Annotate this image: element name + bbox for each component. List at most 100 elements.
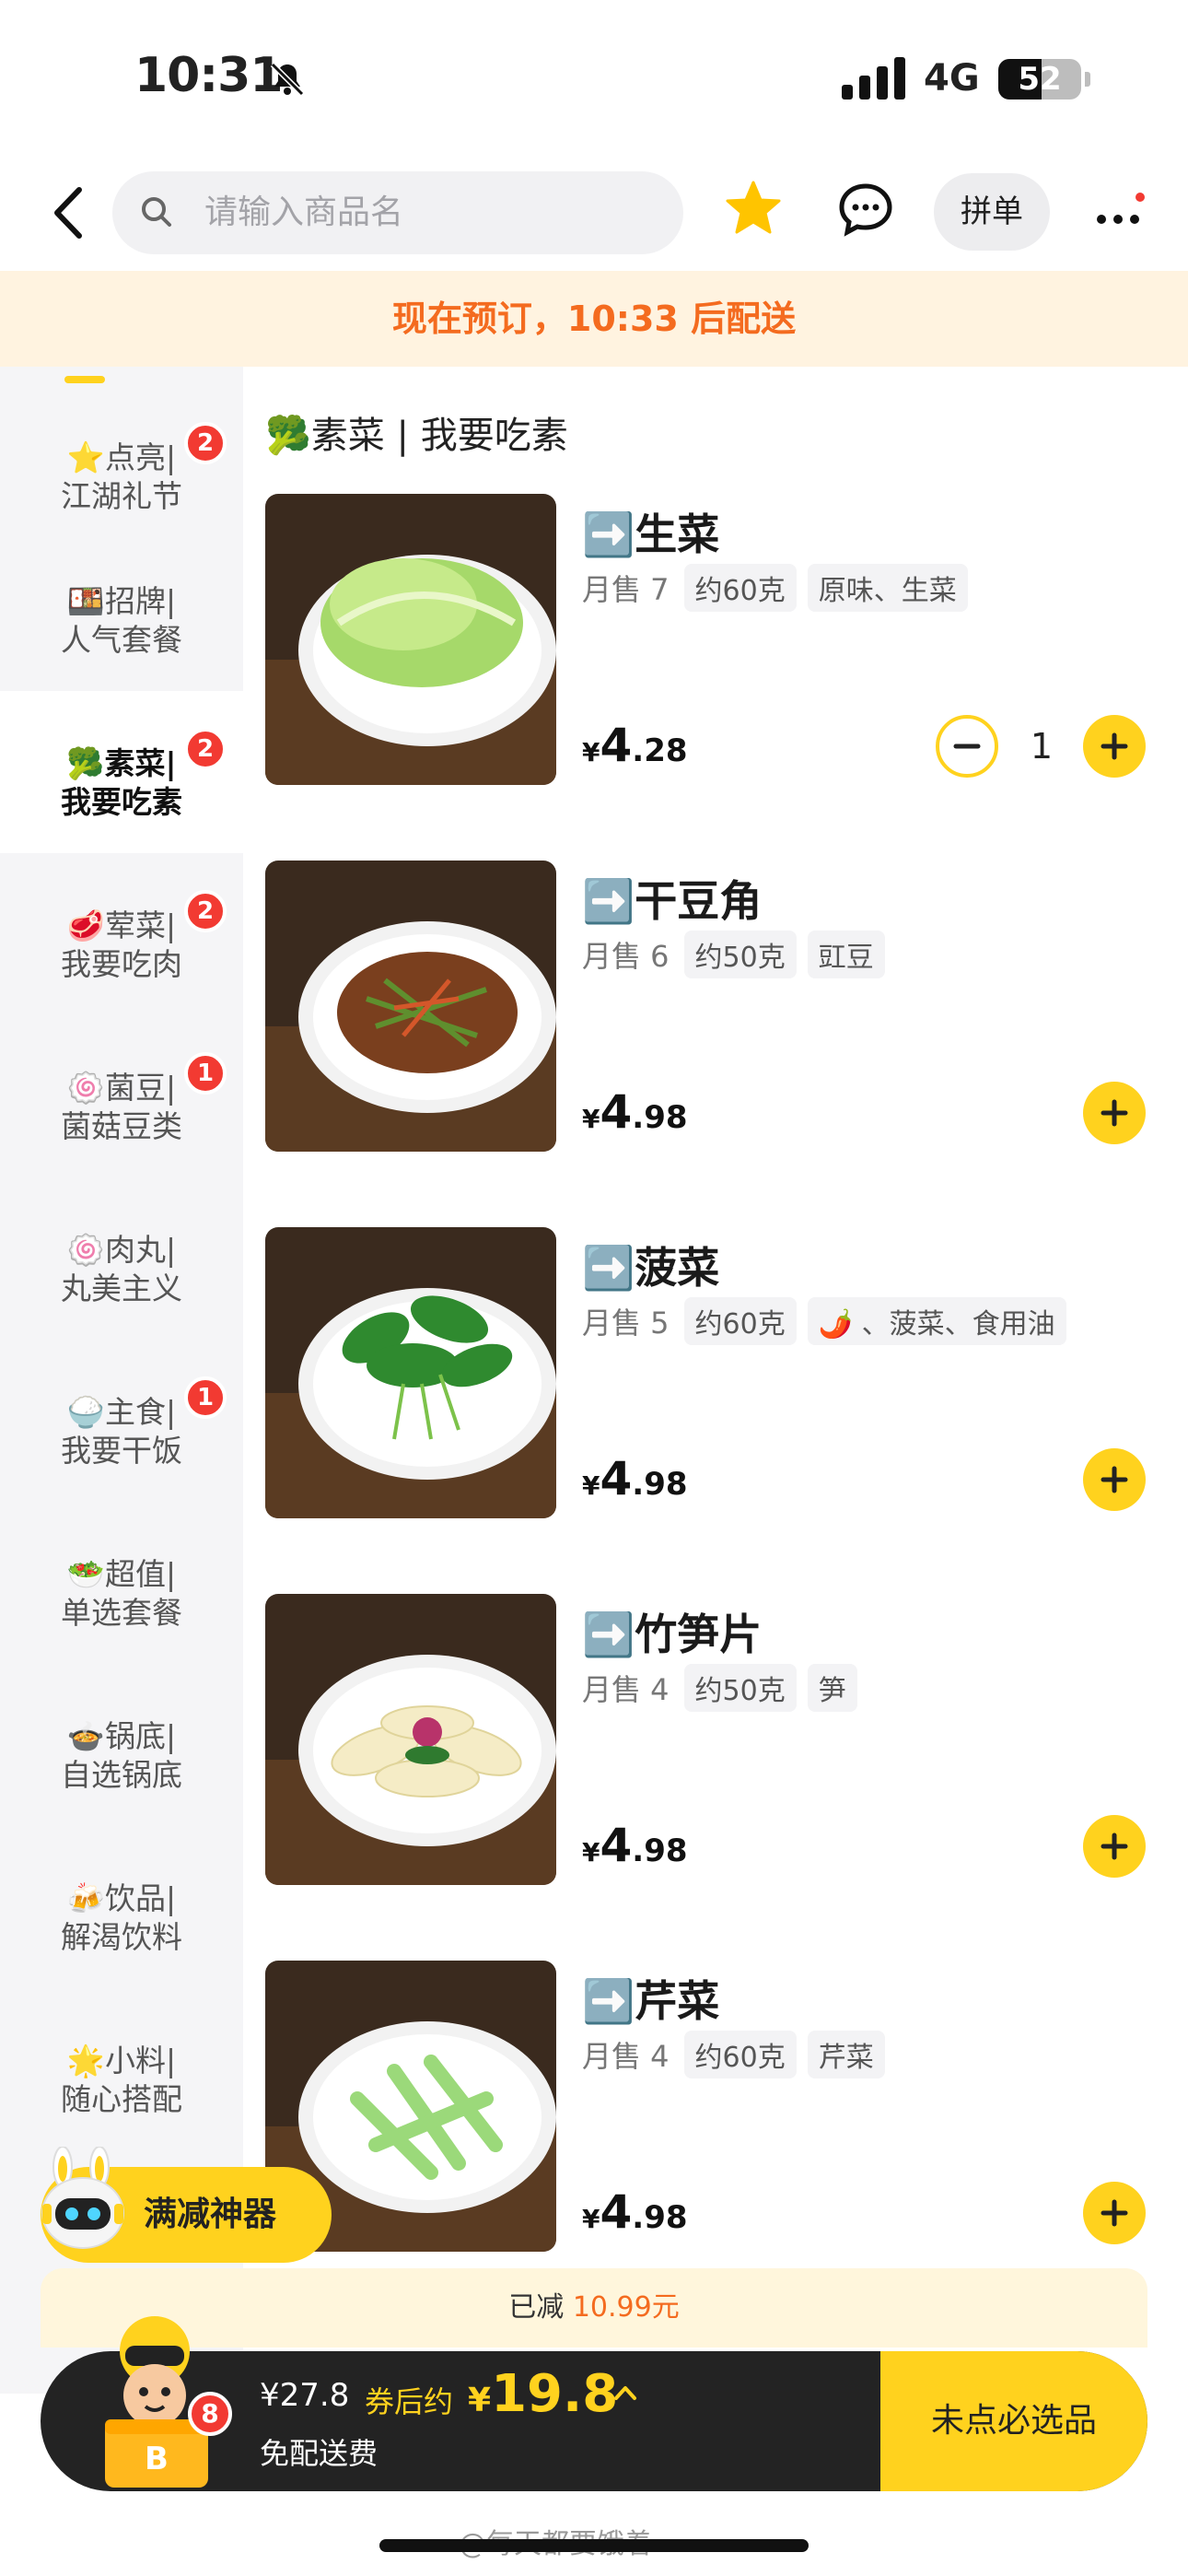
sidebar-item-emoji-icon: 🍱 — [66, 583, 105, 619]
price-decimal: .98 — [632, 2199, 688, 2236]
price-integer: 4 — [600, 1819, 633, 1872]
product-name: ➡️生菜 — [582, 509, 720, 559]
plus-icon — [1101, 1099, 1128, 1127]
network-type: 4G — [924, 57, 980, 100]
price-integer: 4 — [600, 2185, 633, 2239]
add-to-cart-button[interactable] — [1083, 1082, 1146, 1144]
sidebar-item[interactable]: 🌟小料| 随心搭配 — [0, 1988, 243, 2150]
chevron-up-icon[interactable] — [611, 2379, 639, 2406]
sidebar-item-badge: 2 — [184, 728, 227, 770]
sidebar-item[interactable]: 🍥肉丸| 丸美主义 — [0, 1177, 243, 1340]
status-time: 10:31 — [134, 48, 284, 103]
price-decimal: .98 — [632, 1466, 688, 1503]
home-indicator[interactable] — [379, 2539, 809, 2552]
product-price: ¥4.98 — [582, 1085, 688, 1139]
status-bar: 10:31 4G 52 — [0, 0, 1188, 157]
product-photo[interactable] — [265, 1594, 556, 1885]
group-order-button[interactable]: 拼单 — [934, 173, 1050, 251]
sidebar-item[interactable]: 🍚主食| 我要干饭 1 — [0, 1340, 243, 1502]
price-currency: ¥ — [582, 1837, 600, 1868]
sidebar-item-title: 🍥肉丸| — [66, 1232, 177, 1268]
cart-final-price: ¥19.8 — [468, 2364, 618, 2424]
product-card[interactable]: ➡️菠菜 月售 5 约60克 🌶️ 、菠菜、食用油 ¥4.98 — [265, 1227, 1188, 1596]
plus-icon — [1101, 2199, 1128, 2227]
sidebar-item-subtitle: 解渴饮料 — [61, 1919, 182, 1955]
sidebar-item[interactable]: 🍻饮品| 解渴饮料 — [0, 1826, 243, 1988]
sidebar-item[interactable]: 🍲锅底| 自选锅底 — [0, 1664, 243, 1826]
product-meta: 月售 4 约50克笋 — [582, 1664, 868, 1712]
search-input[interactable]: 请输入商品名 — [112, 171, 683, 254]
product-tag: 原味、生菜 — [807, 564, 968, 612]
sidebar-item-emoji-icon: 🥦 — [66, 745, 105, 781]
discount-amount: 10.99元 — [572, 2291, 680, 2324]
cart-count-badge: 8 — [188, 2392, 232, 2436]
sidebar-item-emoji-icon: 🍚 — [66, 1394, 105, 1430]
price-currency: ¥ — [582, 2204, 600, 2234]
sidebar-item-badge: 2 — [184, 890, 227, 932]
sidebar-item-subtitle: 人气套餐 — [61, 622, 182, 658]
product-tag: 笋 — [807, 1664, 857, 1712]
discount-prefix: 已减 — [508, 2291, 565, 2324]
sidebar-item[interactable]: ⭐点亮| 江湖礼节 2 — [0, 385, 243, 547]
product-price: ¥4.98 — [582, 1452, 688, 1505]
sidebar-item[interactable]: 🥦素菜| 我要吃素 2 — [0, 691, 243, 853]
sidebar-item[interactable]: 🍥菌豆| 菌菇豆类 1 — [0, 1015, 243, 1177]
monthly-sales: 月售 6 — [582, 939, 670, 974]
product-photo[interactable] — [265, 1227, 556, 1518]
sidebar-item-subtitle: 菌菇豆类 — [61, 1108, 182, 1144]
signal-icon — [842, 57, 905, 100]
battery-icon: 52 — [998, 59, 1081, 100]
promo-label: 满减神器 — [144, 2195, 277, 2233]
price-integer: 4 — [600, 719, 633, 772]
product-tag: 约60克 — [683, 2031, 797, 2078]
monthly-sales: 月售 4 — [582, 2039, 670, 2074]
sidebar-item-subtitle: 我要吃肉 — [61, 946, 182, 982]
sidebar-item-subtitle: 我要干饭 — [61, 1433, 182, 1469]
search-icon — [142, 197, 171, 227]
sidebar-item-title: 🍱招牌| — [66, 583, 177, 619]
sidebar-item-badge: 2 — [184, 422, 227, 464]
product-tag: 约60克 — [683, 1297, 797, 1345]
product-price: ¥4.98 — [582, 2185, 688, 2239]
message-icon[interactable] — [836, 181, 895, 240]
more-icon[interactable] — [1094, 192, 1146, 238]
product-meta: 月售 4 约60克 芹菜 — [582, 2031, 896, 2078]
sidebar-item-emoji-icon: 🥩 — [66, 907, 105, 943]
sidebar-item[interactable]: 🥩荤菜| 我要吃肉 2 — [0, 853, 243, 1015]
product-tag: 约50克 — [683, 931, 797, 978]
cart-delivery-fee: 免配送费 — [260, 2436, 379, 2471]
cart-original-price: ¥27.8 — [260, 2377, 350, 2414]
product-tag: 约50克 — [683, 1664, 797, 1712]
cart-coupon-label: 券后约 — [365, 2384, 454, 2419]
product-photo[interactable] — [265, 494, 556, 785]
battery-level: 52 — [1018, 61, 1062, 98]
decrease-quantity-button[interactable] — [936, 715, 998, 778]
sidebar-item-subtitle: 江湖礼节 — [61, 478, 182, 514]
product-card[interactable]: ➡️竹笋片 月售 4 约50克笋 ¥4.98 — [265, 1594, 1188, 1962]
add-to-cart-button[interactable] — [1083, 715, 1146, 778]
back-icon[interactable] — [48, 184, 88, 241]
plus-icon — [1101, 1832, 1128, 1860]
category-sidebar: ⭐点亮| 江湖礼节 2 🍱招牌| 人气套餐 🥦素菜| 我要吃素 2 🥩荤菜| 我要吃肉 2 🍥菌豆| 菌… — [0, 367, 243, 2394]
product-price: ¥4.28 — [582, 719, 688, 772]
cart-final-currency: ¥ — [468, 2382, 492, 2419]
section-title: 🥦素菜 | 我要吃素 — [265, 415, 568, 457]
sidebar-item-emoji-icon: 🍻 — [66, 1880, 105, 1916]
price-currency: ¥ — [582, 1104, 600, 1134]
sidebar-item-title: 🍲锅底| — [66, 1718, 177, 1754]
favorite-star-icon[interactable] — [724, 179, 783, 238]
search-placeholder: 请输入商品名 — [204, 193, 404, 231]
product-meta: 月售 5 约60克 🌶️ 、菠菜、食用油 — [582, 1297, 1077, 1345]
sidebar-item[interactable]: 🥗超值| 单选套餐 — [0, 1502, 243, 1664]
add-to-cart-button[interactable] — [1083, 1448, 1146, 1511]
sidebar-item[interactable]: 🍱招牌| 人气套餐 — [0, 529, 243, 691]
product-card[interactable]: ➡️干豆角 月售 6 约50克 豇豆 ¥4.98 — [265, 861, 1188, 1229]
product-photo[interactable] — [265, 861, 556, 1152]
product-name: ➡️菠菜 — [582, 1243, 720, 1293]
add-to-cart-button[interactable] — [1083, 2182, 1146, 2244]
monthly-sales: 月售 7 — [582, 572, 670, 607]
add-to-cart-button[interactable] — [1083, 1815, 1146, 1878]
monthly-sales: 月售 5 — [582, 1306, 670, 1341]
product-card[interactable]: ➡️生菜 月售 7 约60克 原味、生菜 ¥4.28 1 — [265, 494, 1188, 862]
checkout-button[interactable]: 未点必选品 — [880, 2351, 1147, 2491]
